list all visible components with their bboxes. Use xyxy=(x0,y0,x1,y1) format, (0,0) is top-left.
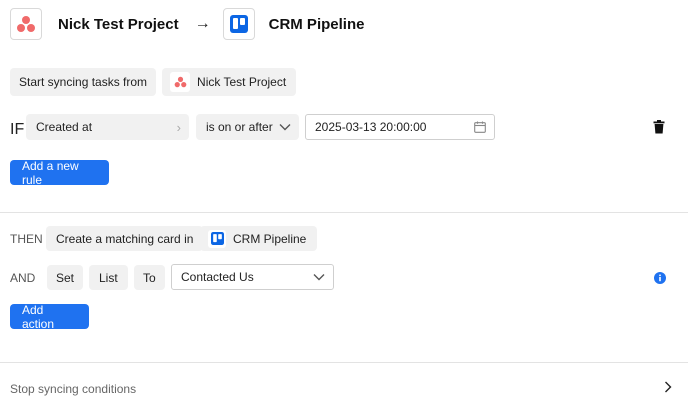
start-syncing-label: Start syncing tasks from xyxy=(10,68,157,96)
rule-date-input[interactable]: 2025-03-13 20:00:00 xyxy=(305,114,495,140)
asana-logo-icon xyxy=(10,8,42,40)
then-action-label: Create a matching card in xyxy=(46,226,204,251)
add-rule-button[interactable]: Add a new rule xyxy=(10,159,109,187)
to-label: To xyxy=(134,265,165,290)
chevron-down-icon xyxy=(279,123,291,131)
then-label: THEN xyxy=(10,232,43,246)
source-row: Start syncing tasks from Nick Test Proje… xyxy=(10,68,297,96)
arrow-right-icon: → xyxy=(194,15,211,32)
section-divider xyxy=(0,212,688,213)
source-project-selector[interactable]: Nick Test Project xyxy=(162,68,297,96)
stop-syncing-conditions-row[interactable]: Stop syncing conditions xyxy=(0,363,688,415)
rule-field-value: Created at xyxy=(36,120,93,134)
rule-operator-value: is on or after xyxy=(206,120,273,134)
chevron-right-icon: › xyxy=(176,119,181,135)
rule-field-select[interactable]: Created at › xyxy=(26,114,189,140)
source-project-name: Nick Test Project xyxy=(197,75,287,89)
header-target-board: CRM Pipeline xyxy=(268,15,365,33)
stop-syncing-label: Stop syncing conditions xyxy=(10,382,137,396)
chevron-down-icon xyxy=(313,273,325,281)
rule-date-value: 2025-03-13 20:00:00 xyxy=(315,120,427,134)
trello-logo-icon xyxy=(222,8,255,40)
if-label: IF xyxy=(10,121,25,138)
list-field-label: List xyxy=(89,265,128,290)
add-action-button[interactable]: Add action xyxy=(10,303,89,331)
chevron-right-icon xyxy=(664,381,672,393)
target-board-name: CRM Pipeline xyxy=(233,231,307,246)
asana-logo-icon xyxy=(170,72,191,92)
sync-header: Nick Test Project → CRM Pipeline xyxy=(10,8,364,40)
header-source-project: Nick Test Project xyxy=(58,15,179,33)
list-value-select[interactable]: Contacted Us xyxy=(171,264,334,290)
target-board-selector[interactable]: CRM Pipeline xyxy=(200,226,318,251)
info-icon[interactable] xyxy=(654,271,666,289)
trello-logo-icon xyxy=(208,229,226,248)
trash-icon[interactable] xyxy=(653,120,665,139)
rule-operator-select[interactable]: is on or after xyxy=(196,114,299,140)
list-value: Contacted Us xyxy=(181,270,254,284)
and-label: AND xyxy=(10,271,36,285)
set-label: Set xyxy=(47,265,84,290)
calendar-icon[interactable] xyxy=(474,121,486,133)
